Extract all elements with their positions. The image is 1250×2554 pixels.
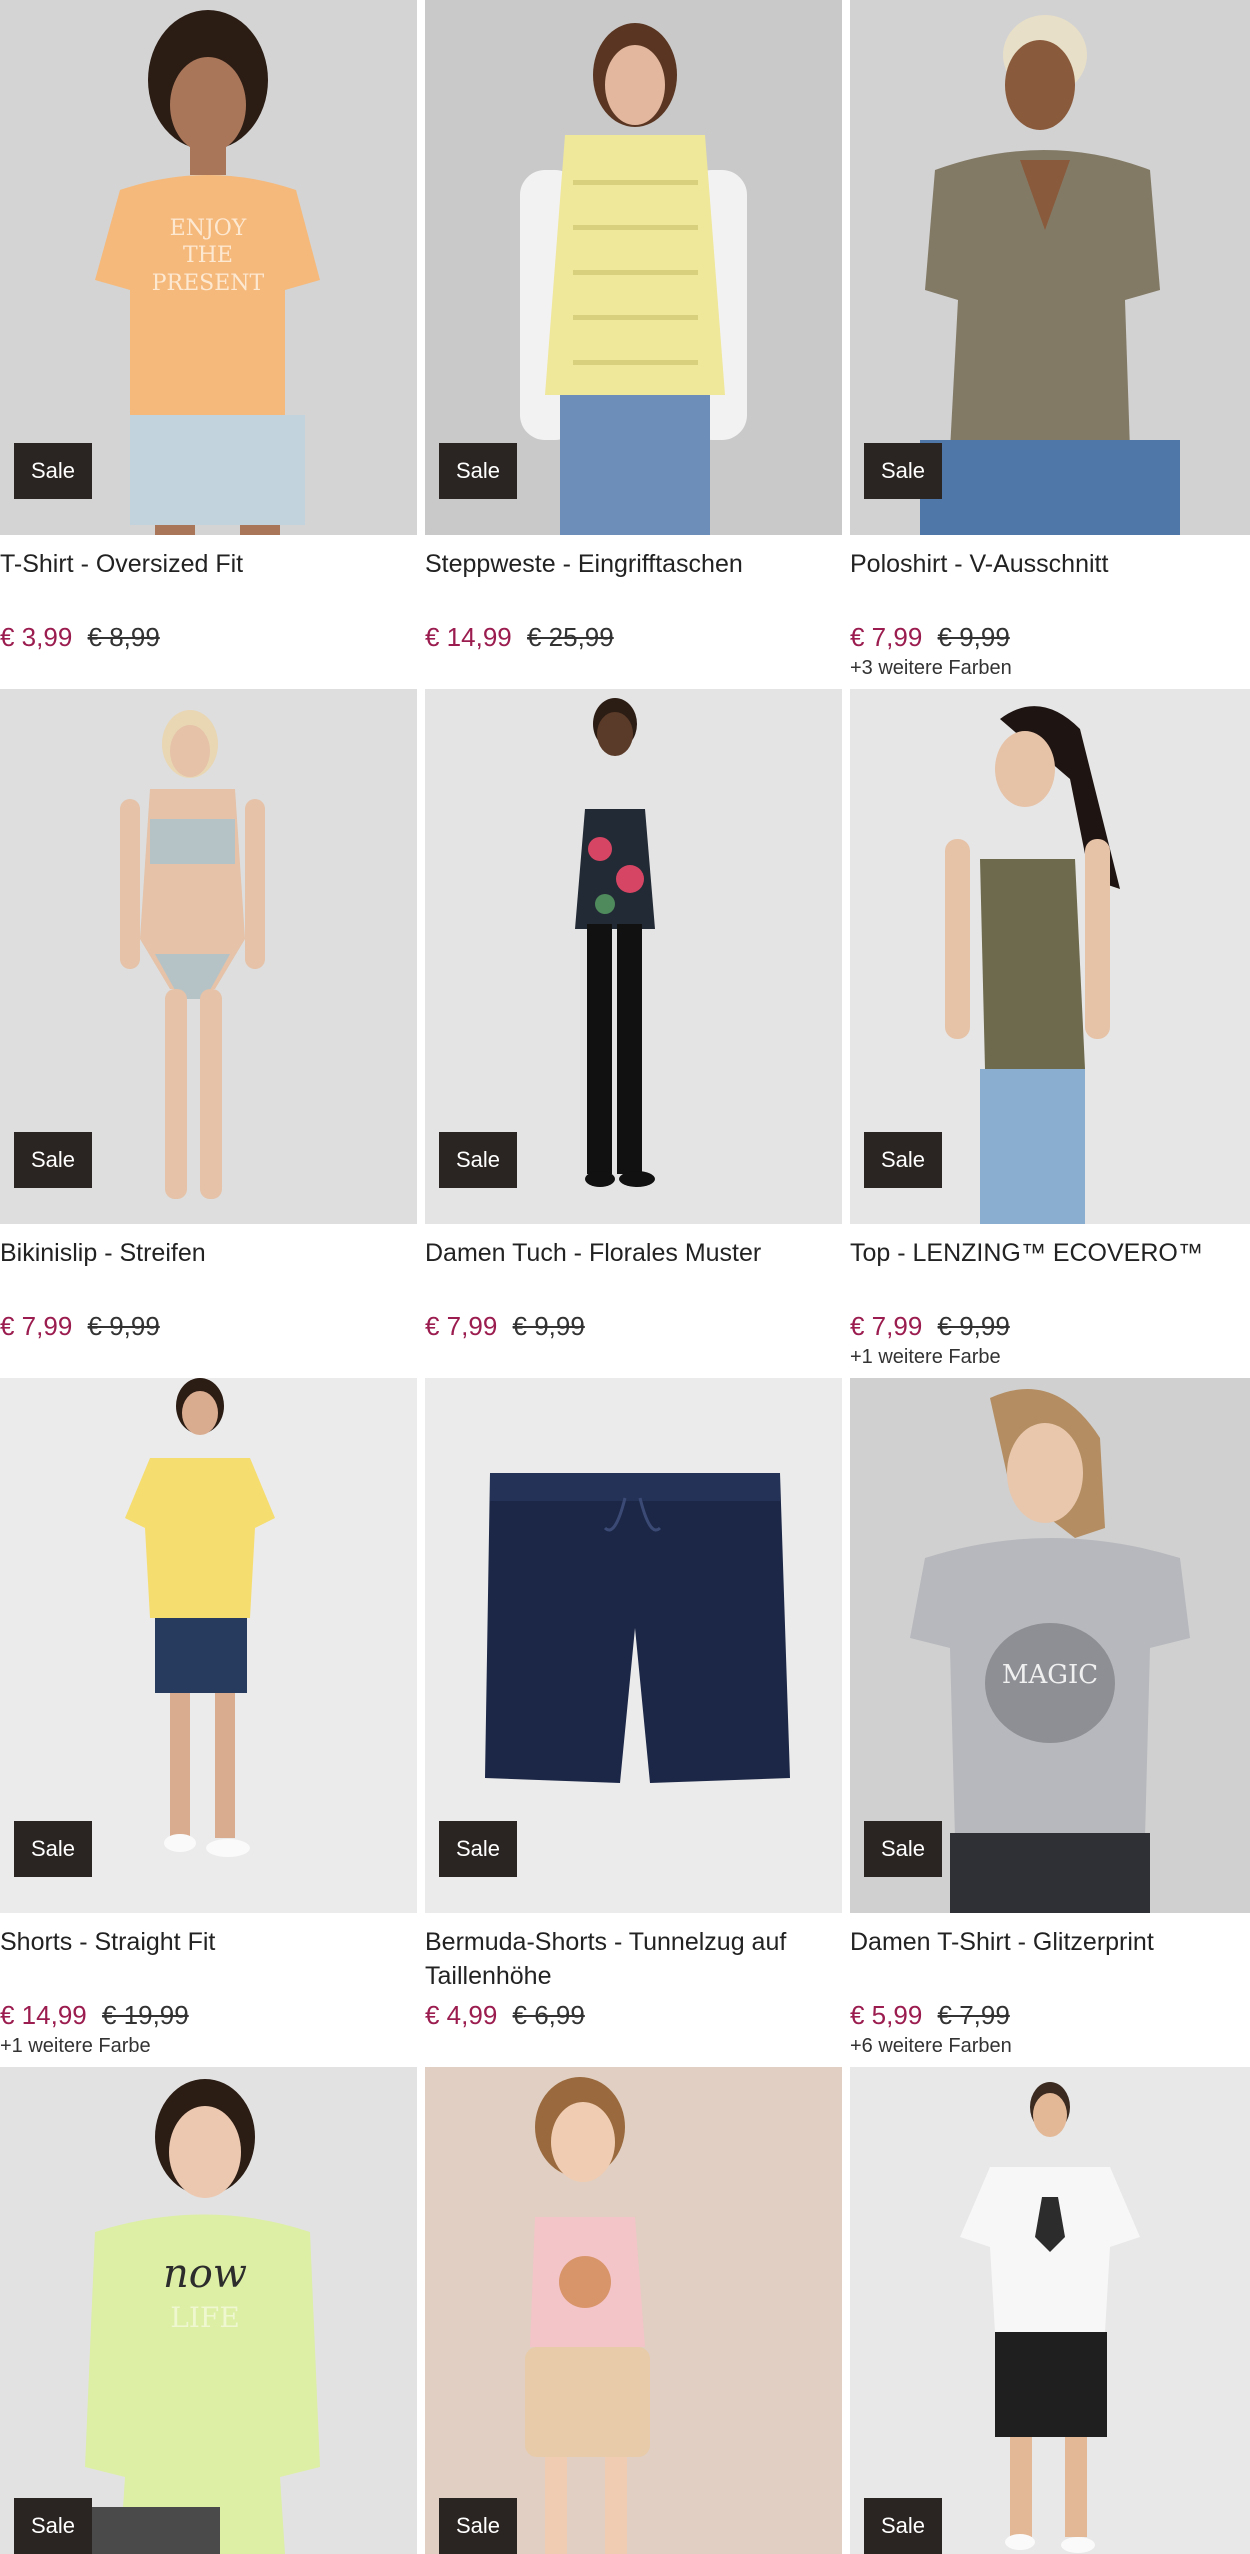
product-image[interactable]: Sale [850, 0, 1250, 535]
sale-price: € 7,99 [425, 1311, 498, 1341]
model-image [960, 2082, 1140, 2553]
original-price: € 9,99 [937, 1311, 1010, 1341]
product-image[interactable]: Sale [0, 1378, 417, 1913]
sale-badge: Sale [864, 443, 942, 499]
more-colors[interactable]: +3 weitere Farben [850, 657, 1250, 680]
price-row: € 4,99 € 6,99 [425, 1999, 842, 2031]
svg-text:MAGIC: MAGIC [1002, 1660, 1098, 1690]
price-row: € 7,99 € 9,99 [850, 621, 1250, 653]
product-card[interactable]: now LIFE Sale [0, 2067, 417, 2554]
sale-price: € 7,99 [0, 1311, 73, 1341]
product-image[interactable]: Sale [425, 2067, 842, 2554]
sale-badge: Sale [439, 1821, 517, 1877]
product-card[interactable]: Sale Top - LENZING™ ECOVERO™ € 7,99 € 9,… [850, 689, 1250, 1378]
product-image[interactable]: Sale [425, 0, 842, 535]
product-title[interactable]: Shorts - Straight Fit [0, 1925, 417, 1995]
product-image[interactable]: now LIFE Sale [0, 2067, 417, 2554]
sale-badge: Sale [14, 1821, 92, 1877]
product-image[interactable]: Sale [425, 1378, 842, 1913]
product-card[interactable]: Sale Steppweste - Eingrifftaschen € 14,9… [425, 0, 842, 689]
price-row: € 7,99 € 9,99 [425, 1310, 842, 1342]
sale-price: € 3,99 [0, 622, 73, 652]
price-row: € 5,99 € 7,99 [850, 1999, 1250, 2031]
original-price: € 25,99 [526, 622, 614, 652]
sale-badge: Sale [439, 1132, 517, 1188]
original-price: € 9,99 [87, 1311, 160, 1341]
model-image [525, 2077, 650, 2554]
product-image[interactable]: MAGIC Sale [850, 1378, 1250, 1913]
product-card[interactable]: Sale Bikinislip - Streifen € 7,99 € 9,99 [0, 689, 417, 1378]
product-card[interactable]: Sale Damen Tuch - Florales Muster € 7,99… [425, 689, 842, 1378]
sale-price: € 7,99 [850, 622, 923, 652]
original-price: € 9,99 [937, 622, 1010, 652]
product-title[interactable]: Damen Tuch - Florales Muster [425, 1236, 842, 1306]
sale-price: € 5,99 [850, 2000, 923, 2030]
more-colors[interactable]: +1 weitere Farbe [850, 1346, 1250, 1369]
sale-badge: Sale [14, 443, 92, 499]
product-image[interactable]: Sale [850, 2067, 1250, 2554]
product-title[interactable]: Damen T-Shirt - Glitzerprint [850, 1925, 1250, 1995]
sale-price: € 4,99 [425, 2000, 498, 2030]
svg-text:now: now [163, 2251, 247, 2297]
product-card[interactable]: Sale [850, 2067, 1250, 2554]
more-colors[interactable]: +6 weitere Farben [850, 2035, 1250, 2058]
product-card[interactable]: Sale Shorts - Straight Fit € 14,99 € 19,… [0, 1378, 417, 2067]
product-image[interactable]: Sale [425, 689, 842, 1224]
product-image[interactable]: ENJOY THE PRESENT Sale [0, 0, 417, 535]
price-row: € 14,99 € 25,99 [425, 621, 842, 653]
product-card[interactable]: Sale [425, 2067, 842, 2554]
original-price: € 9,99 [512, 1311, 585, 1341]
product-title[interactable]: Top - LENZING™ ECOVERO™ [850, 1236, 1250, 1306]
sale-badge: Sale [14, 1132, 92, 1188]
svg-text:LIFE: LIFE [170, 2301, 240, 2334]
product-title[interactable]: Poloshirt - V-Ausschnitt [850, 547, 1250, 617]
product-image[interactable]: Sale [850, 689, 1250, 1224]
original-price: € 8,99 [87, 622, 160, 652]
product-card[interactable]: Sale Bermuda-Shorts - Tunnelzug auf Tail… [425, 1378, 842, 2067]
model-image: now LIFE [85, 2079, 320, 2554]
original-price: € 7,99 [937, 2000, 1010, 2030]
product-title[interactable]: Bermuda-Shorts - Tunnelzug auf Taillenhö… [425, 1925, 842, 1995]
svg-text:THE: THE [183, 243, 233, 268]
svg-text:ENJOY: ENJOY [170, 216, 247, 241]
sale-badge: Sale [14, 2498, 92, 2554]
product-title[interactable]: T-Shirt - Oversized Fit [0, 547, 417, 617]
original-price: € 6,99 [512, 2000, 585, 2030]
product-title[interactable]: Bikinislip - Streifen [0, 1236, 417, 1306]
sale-badge: Sale [864, 2498, 942, 2554]
sale-badge: Sale [439, 2498, 517, 2554]
product-grid: ENJOY THE PRESENT Sale T-Shirt - Oversiz… [0, 0, 1250, 2554]
more-colors[interactable]: +1 weitere Farbe [0, 2035, 417, 2058]
price-row: € 14,99 € 19,99 [0, 1999, 417, 2031]
price-row: € 7,99 € 9,99 [0, 1310, 417, 1342]
product-card[interactable]: ENJOY THE PRESENT Sale T-Shirt - Oversiz… [0, 0, 417, 689]
sale-badge: Sale [864, 1821, 942, 1877]
price-row: € 7,99 € 9,99 [850, 1310, 1250, 1342]
product-card[interactable]: Sale Poloshirt - V-Ausschnitt € 7,99 € 9… [850, 0, 1250, 689]
sale-badge: Sale [439, 443, 517, 499]
price-row: € 3,99 € 8,99 [0, 621, 417, 653]
sale-price: € 14,99 [425, 622, 512, 652]
original-price: € 19,99 [101, 2000, 189, 2030]
product-title[interactable]: Steppweste - Eingrifftaschen [425, 547, 842, 617]
product-card[interactable]: MAGIC Sale Damen T-Shirt - Glitzerprint … [850, 1378, 1250, 2067]
sale-price: € 7,99 [850, 1311, 923, 1341]
sale-badge: Sale [864, 1132, 942, 1188]
sale-price: € 14,99 [0, 2000, 87, 2030]
svg-text:PRESENT: PRESENT [152, 271, 265, 296]
product-image[interactable]: Sale [0, 689, 417, 1224]
